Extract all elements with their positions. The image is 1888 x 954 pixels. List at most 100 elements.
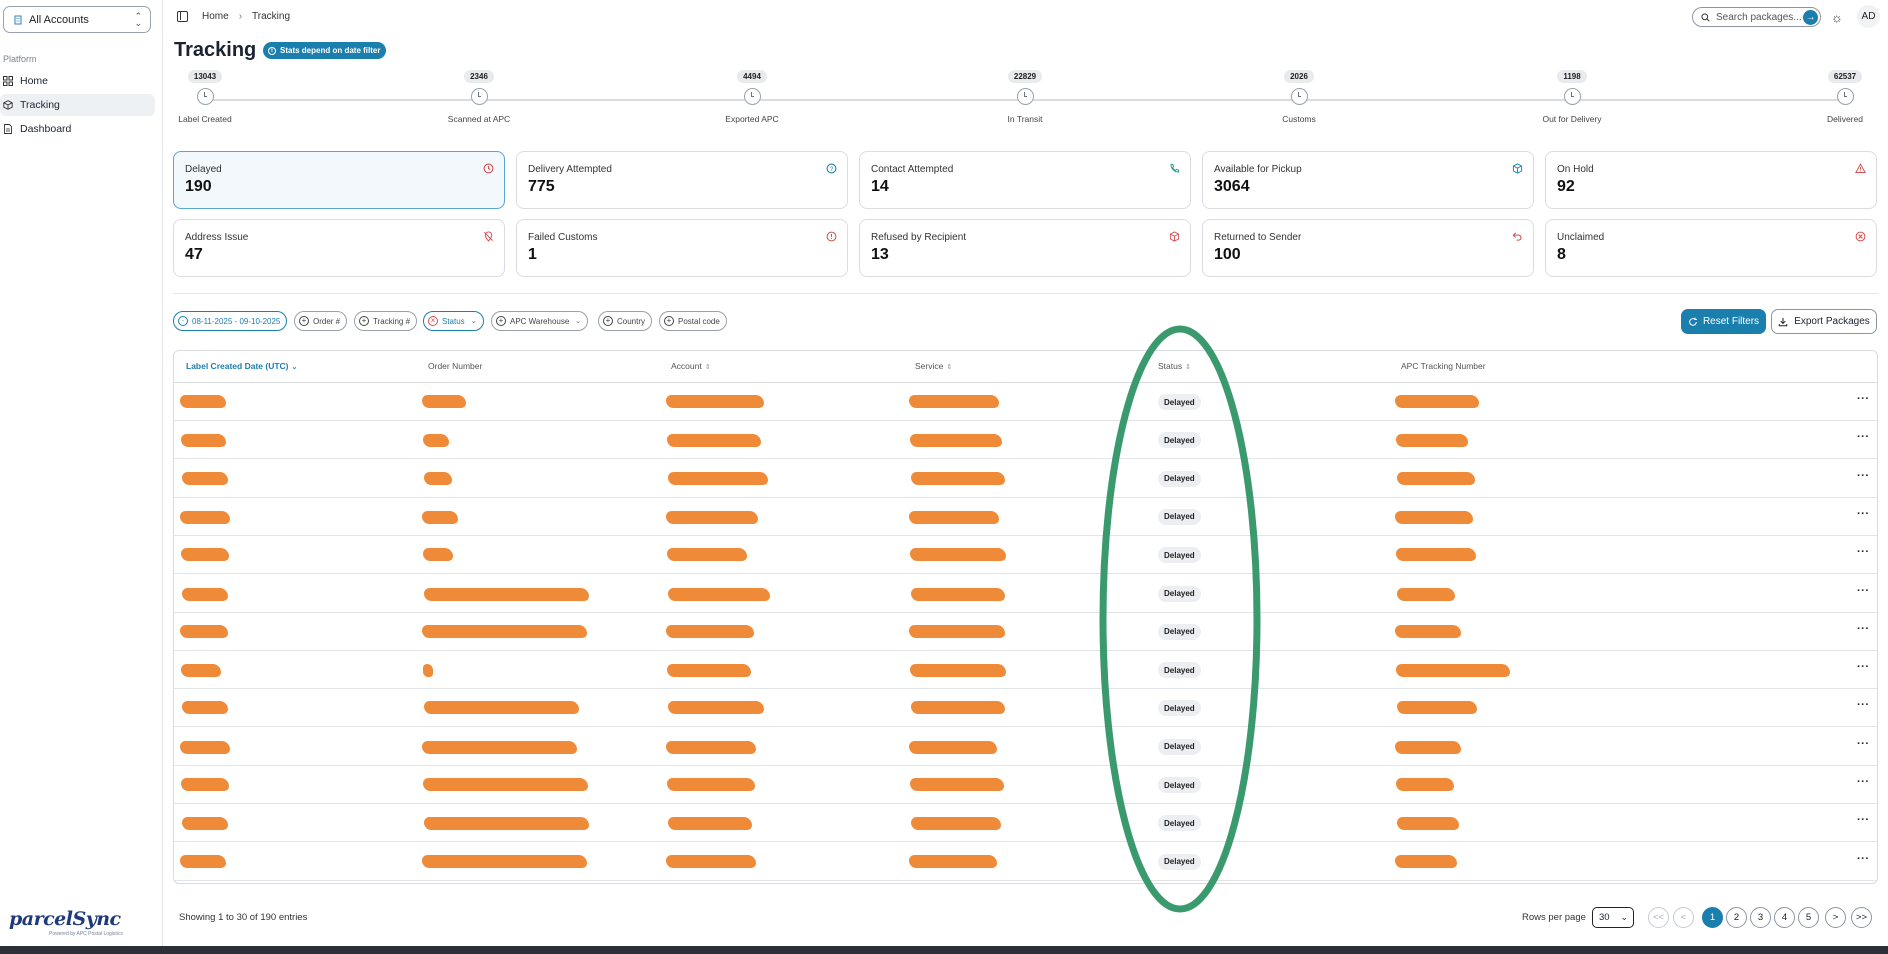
row-actions-menu-icon[interactable]: ··· (1857, 585, 1870, 597)
filter-label: Tracking # (373, 316, 411, 326)
redacted-cell (181, 778, 229, 791)
row-actions-menu-icon[interactable]: ··· (1857, 776, 1870, 788)
sidebar-item-tracking[interactable]: Tracking (0, 94, 155, 116)
page-button-1[interactable]: 1 (1702, 907, 1723, 928)
search-input[interactable] (1716, 11, 1802, 23)
timeline-step-delivered[interactable]: 62537 Delivered (1785, 70, 1888, 124)
last-page-button[interactable]: >> (1851, 907, 1872, 928)
rows-per-page-select[interactable]: 30 ⌄ (1592, 907, 1634, 928)
redacted-cell (422, 740, 577, 754)
page-button-4[interactable]: 4 (1774, 907, 1795, 928)
building-icon (13, 15, 23, 25)
status-badge: Delayed (1158, 623, 1201, 640)
filter-postal-code[interactable]: + Postal code (659, 311, 727, 331)
filter-apc-warehouse[interactable]: + APC Warehouse ⌄ (491, 311, 589, 331)
stat-card-unclaimed[interactable]: Unclaimed 8 (1545, 219, 1877, 277)
export-packages-button[interactable]: Export Packages (1771, 309, 1877, 334)
filter-order-number[interactable]: + Order # (294, 311, 348, 331)
breadcrumb-home[interactable]: Home (202, 11, 229, 22)
reset-filters-button[interactable]: Reset Filters (1681, 309, 1766, 334)
row-actions-menu-icon[interactable]: ··· (1857, 546, 1870, 558)
page-button-3[interactable]: 3 (1750, 907, 1771, 928)
row-actions-menu-icon[interactable]: ··· (1857, 470, 1870, 482)
table-row[interactable]: Delayed ··· (174, 498, 1877, 536)
stat-card-failed-customs[interactable]: Failed Customs 1 (516, 219, 848, 277)
table-row[interactable]: Delayed ··· (174, 383, 1877, 421)
timeline-step-scanned-at-apc[interactable]: 2346 Scanned at APC (419, 70, 539, 124)
next-page-button[interactable]: > (1825, 907, 1846, 928)
row-actions-menu-icon[interactable]: ··· (1857, 814, 1870, 826)
row-actions-menu-icon[interactable]: ··· (1857, 393, 1870, 405)
avatar[interactable]: AD (1857, 5, 1880, 28)
table-row[interactable]: Delayed ··· (174, 421, 1877, 460)
row-actions-menu-icon[interactable]: ··· (1857, 661, 1870, 673)
column-header-account[interactable]: Account ⇕ (671, 361, 711, 371)
column-header-apc-tracking-number[interactable]: APC Tracking Number (1401, 361, 1486, 371)
timeline-step-customs[interactable]: 2026 Customs (1239, 70, 1359, 124)
column-header-status[interactable]: Status ⇕ (1158, 361, 1191, 371)
table-row[interactable]: Delayed ··· (174, 728, 1877, 766)
sidebar-item-home[interactable]: Home (0, 70, 155, 92)
table-row[interactable]: Delayed ··· (174, 843, 1877, 881)
stat-card-available-for-pickup[interactable]: Available for Pickup 3064 (1202, 151, 1534, 209)
redacted-cell (668, 701, 764, 715)
first-page-button[interactable]: << (1648, 907, 1669, 928)
filter-tracking-number[interactable]: + Tracking # (354, 311, 418, 331)
timeline-step-in-transit[interactable]: 22829 In Transit (965, 70, 1085, 124)
page-button-5[interactable]: 5 (1798, 907, 1819, 928)
search-icon (1701, 12, 1710, 22)
plus-circle-icon: + (299, 316, 309, 326)
stat-card-delayed[interactable]: Delayed 190 (173, 151, 505, 209)
page-button-2[interactable]: 2 (1726, 907, 1747, 928)
sidebar-toggle-icon[interactable] (177, 11, 188, 22)
filter-date-range[interactable]: · 08-11-2025 - 09-10-2025 (173, 311, 288, 331)
row-actions-menu-icon[interactable]: ··· (1857, 699, 1870, 711)
stat-card-on-hold[interactable]: On Hold 92 (1545, 151, 1877, 209)
table-row[interactable]: Delayed ··· (174, 536, 1877, 575)
table-row[interactable]: Delayed ··· (174, 651, 1877, 690)
sun-icon[interactable]: ☼ (1831, 10, 1843, 25)
row-actions-menu-icon[interactable]: ··· (1857, 508, 1870, 520)
stat-card-delivery-attempted[interactable]: Delivery Attempted 775 ? (516, 151, 848, 209)
status-timeline: 13043 Label Created 2346 Scanned at APC … (175, 70, 1870, 140)
timeline-step-exported-apc[interactable]: 4494 Exported APC (692, 70, 812, 124)
document-icon (3, 124, 13, 134)
row-actions-menu-icon[interactable]: ··· (1857, 738, 1870, 750)
redacted-cell (424, 587, 589, 601)
timeline-step-label-created[interactable]: 13043 Label Created (145, 70, 265, 124)
table-row[interactable]: Delayed ··· (174, 460, 1877, 498)
table-row[interactable]: Delayed ··· (174, 689, 1877, 728)
table-row[interactable]: Delayed ··· (174, 766, 1877, 804)
filter-label: Order # (313, 316, 341, 326)
timeline-step-out-for-delivery[interactable]: 1198 Out for Delivery (1512, 70, 1632, 124)
stat-card-address-issue[interactable]: Address Issue 47 (173, 219, 505, 277)
account-selector[interactable]: All Accounts ⌃ ⌄ (3, 6, 151, 33)
row-actions-menu-icon[interactable]: ··· (1857, 853, 1870, 865)
reset-filters-label: Reset Filters (1702, 316, 1760, 327)
table-row[interactable]: Delayed ··· (174, 575, 1877, 613)
stat-card-contact-attempted[interactable]: Contact Attempted 14 (859, 151, 1191, 209)
redacted-cell (911, 817, 1001, 831)
sidebar-item-dashboard[interactable]: Dashboard (0, 118, 155, 140)
column-header-service[interactable]: Service ⇕ (915, 361, 952, 371)
packages-table: Label Created Date (UTC) ⌄ Order Number A… (173, 350, 1878, 884)
timeline-count: 22829 (1007, 70, 1043, 83)
row-actions-menu-icon[interactable]: ··· (1857, 623, 1870, 635)
redacted-cell (181, 548, 229, 562)
column-header-label-created-date[interactable]: Label Created Date (UTC) ⌄ (186, 361, 297, 371)
previous-page-button[interactable]: < (1673, 907, 1694, 928)
filter-status[interactable]: × Status ⌄ (423, 311, 484, 331)
stat-card-returned-to-sender[interactable]: Returned to Sender 100 (1202, 219, 1534, 277)
rows-per-page-value: 30 (1599, 912, 1610, 923)
x-circle-icon[interactable]: × (428, 316, 438, 326)
stat-card-refused-by-recipient[interactable]: Refused by Recipient 13 (859, 219, 1191, 277)
column-header-order-number[interactable]: Order Number (428, 361, 482, 371)
undo-icon (1512, 232, 1522, 241)
row-actions-menu-icon[interactable]: ··· (1857, 431, 1870, 443)
table-row[interactable]: Delayed ··· (174, 804, 1877, 843)
redacted-cell (182, 817, 228, 831)
filter-country[interactable]: + Country (598, 311, 653, 331)
search-submit-button[interactable]: → (1803, 10, 1818, 25)
map-pin-off-icon (484, 231, 493, 242)
table-row[interactable]: Delayed ··· (174, 613, 1877, 651)
